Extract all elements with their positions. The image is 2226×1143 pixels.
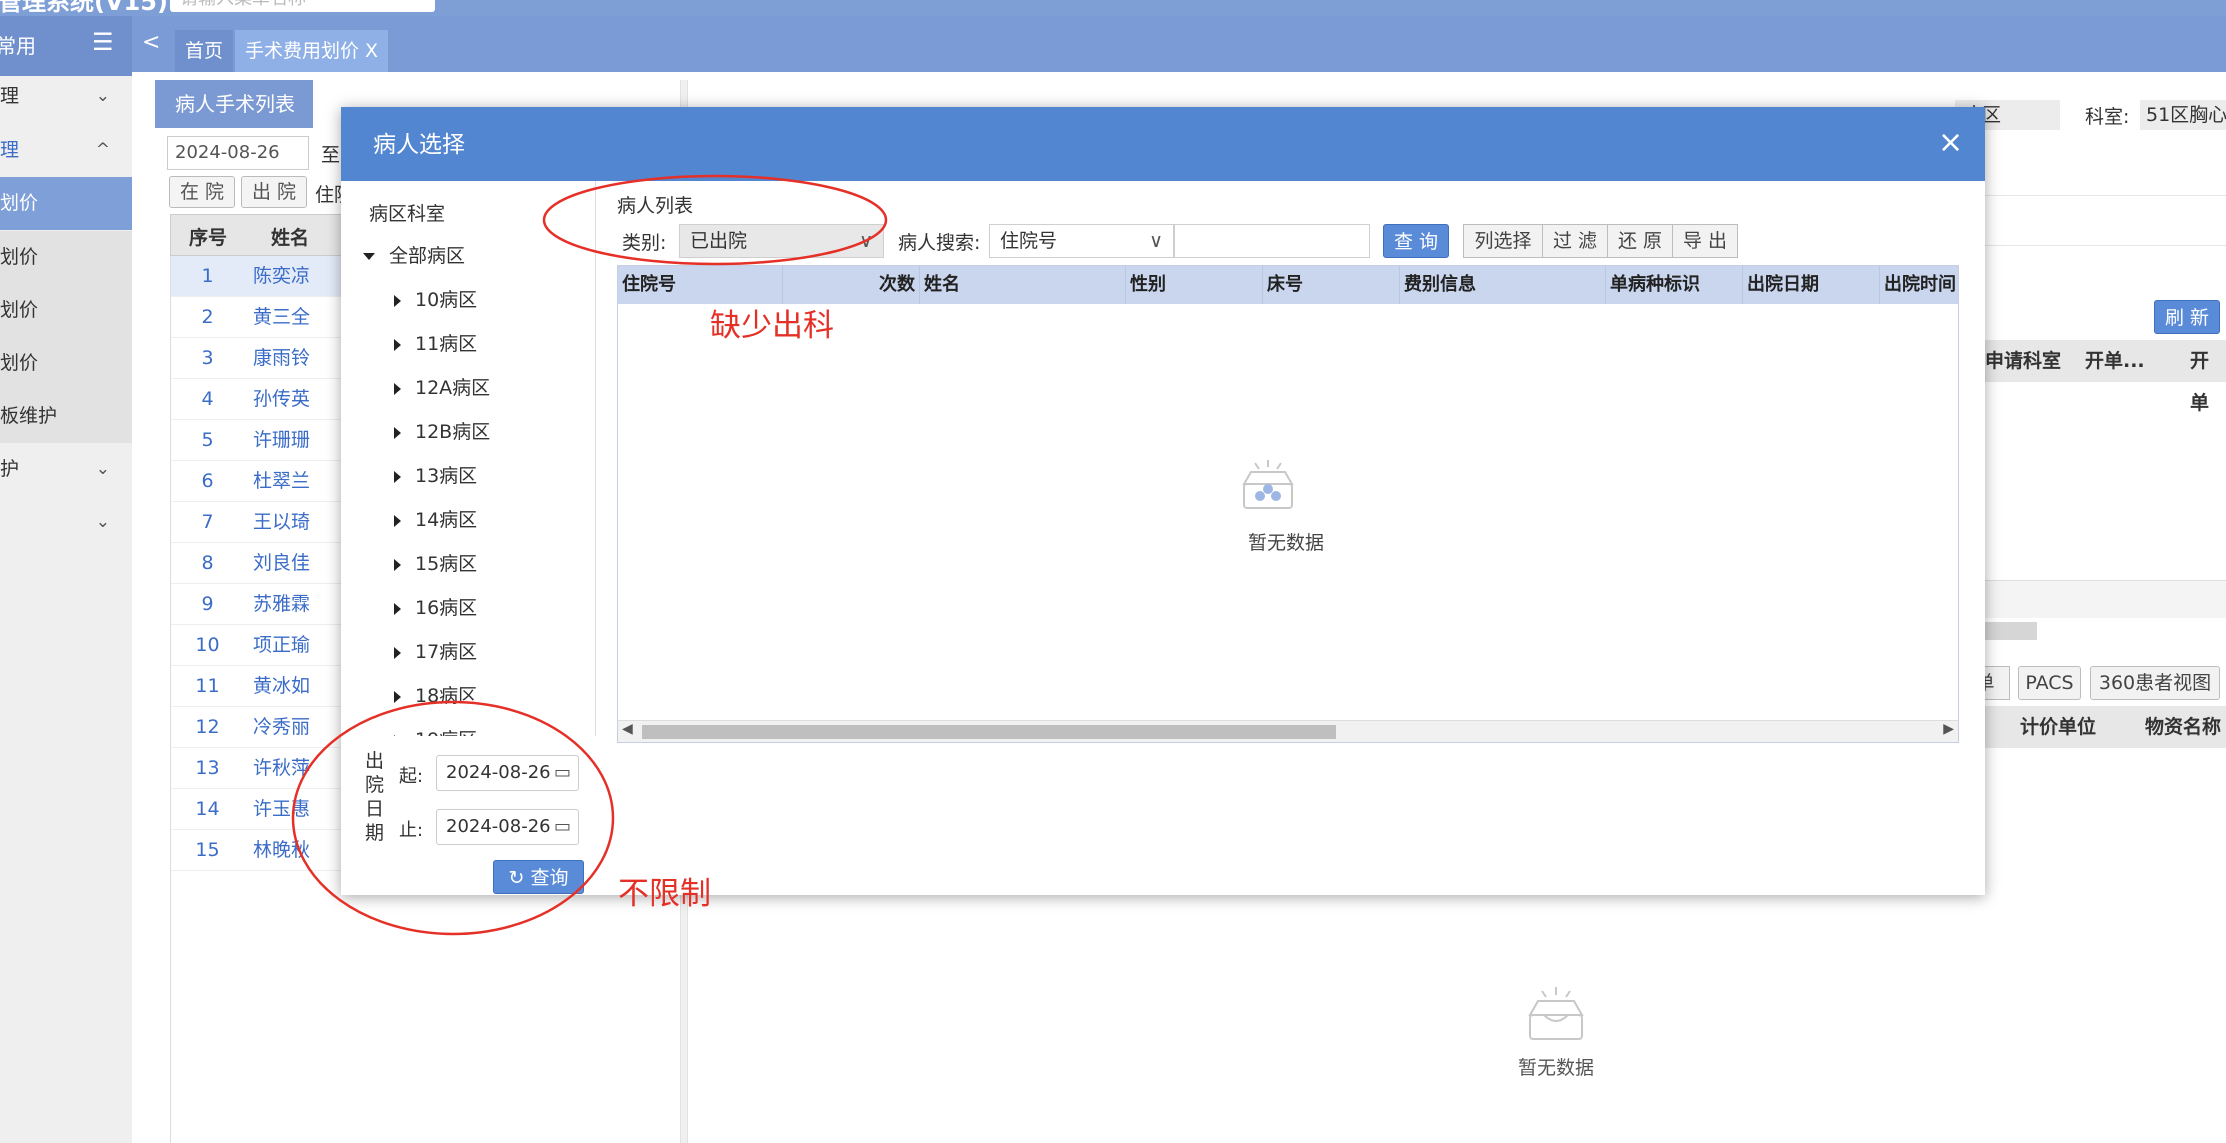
annotation-layer (291, 174, 888, 936)
annotation-ellipse (291, 700, 615, 936)
annotation-ellipse (542, 174, 888, 266)
annotation-missing-discharge-dept: 缺少出科 (710, 308, 834, 344)
annotation-no-limit: 不限制 (618, 876, 711, 912)
